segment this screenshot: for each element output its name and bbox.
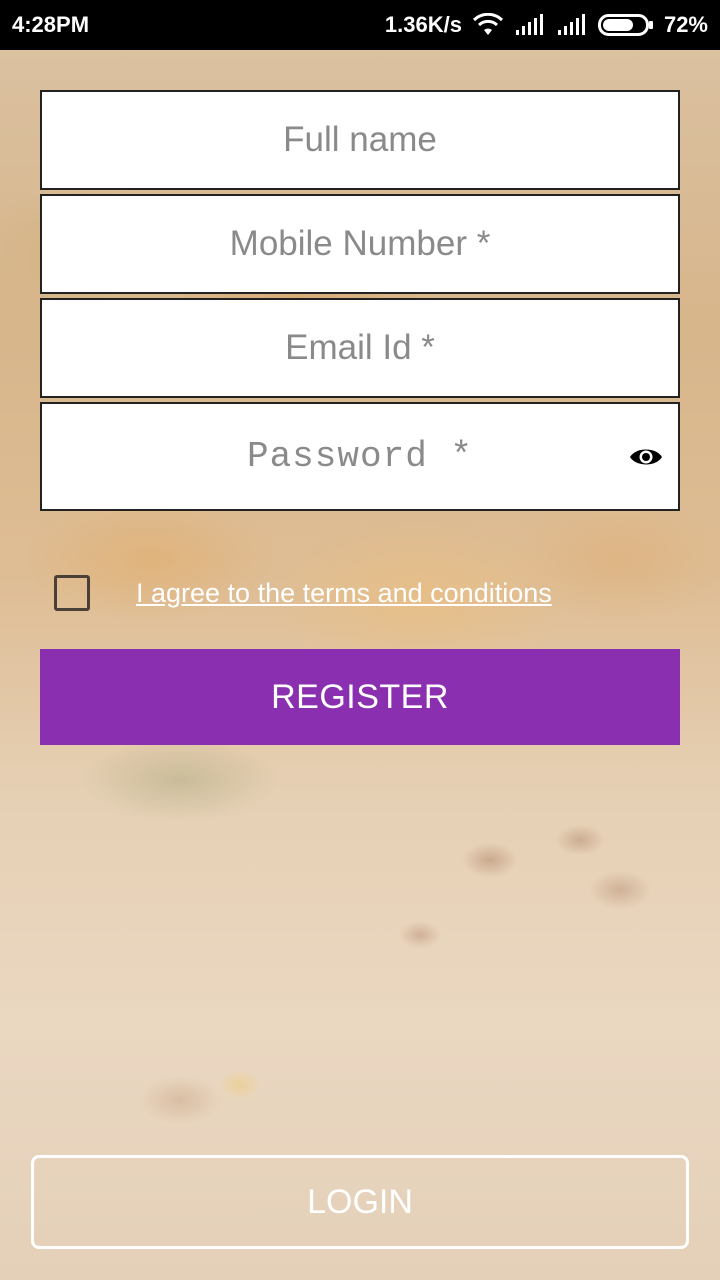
battery-percent: 72% xyxy=(663,12,708,37)
status-bar: 4:28PM 1.36K/s 72% xyxy=(0,0,720,50)
terms-link[interactable]: I agree to the terms and conditions xyxy=(136,578,552,609)
full-name-field xyxy=(40,90,680,190)
status-indicators: 1.36K/s 72% xyxy=(385,12,708,38)
terms-checkbox[interactable] xyxy=(54,575,90,611)
battery-icon xyxy=(597,13,654,37)
signal-icon xyxy=(556,14,588,36)
mobile-number-input[interactable] xyxy=(42,196,678,292)
password-input[interactable] xyxy=(42,404,678,509)
background-overlay xyxy=(0,0,720,1280)
network-speed: 1.36K/s xyxy=(384,12,462,37)
eye-icon[interactable] xyxy=(628,444,664,470)
terms-row: I agree to the terms and conditions xyxy=(54,574,552,612)
status-time: 4:28PM xyxy=(12,12,90,37)
password-field xyxy=(40,402,680,511)
full-name-input[interactable] xyxy=(42,92,678,188)
register-button[interactable]: REGISTER xyxy=(40,649,680,745)
mobile-number-field xyxy=(40,194,680,294)
email-input[interactable] xyxy=(42,300,678,396)
login-button[interactable]: LOGIN xyxy=(31,1155,689,1249)
email-field xyxy=(40,298,680,398)
wifi-icon xyxy=(472,13,504,37)
signal-icon xyxy=(514,14,546,36)
